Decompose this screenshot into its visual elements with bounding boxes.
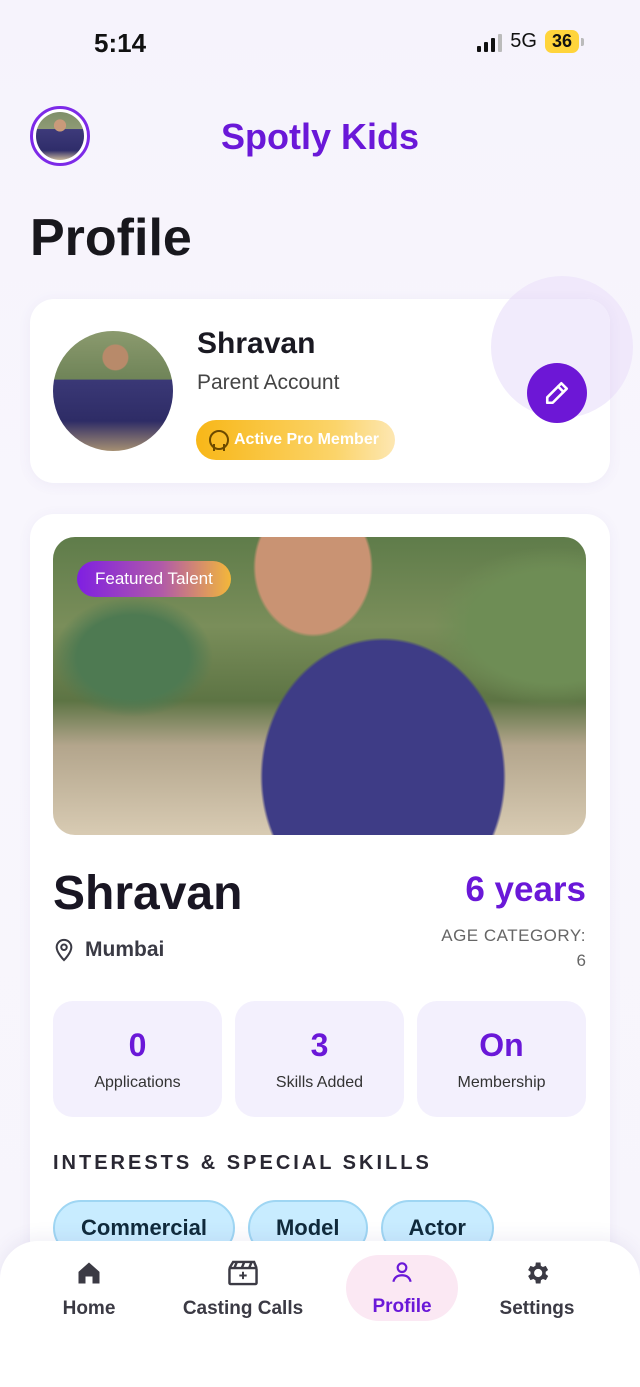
nav-home[interactable]: Home xyxy=(58,1259,120,1320)
talent-card: Featured Talent Shravan Mumbai 6 years A… xyxy=(30,514,610,1274)
location-label: Mumbai xyxy=(85,938,165,961)
age-value: 6 years xyxy=(465,870,586,909)
status-bar: 5:14 5G 36 xyxy=(0,0,640,88)
person-icon xyxy=(392,1262,412,1283)
page-title: Profile xyxy=(30,209,192,267)
stat-label: Skills Added xyxy=(275,1074,364,1091)
stat-value: 0 xyxy=(128,1027,147,1063)
stat-label: Applications xyxy=(94,1074,181,1091)
stat-value: On xyxy=(479,1027,524,1063)
nav-casting-calls-label: Casting Calls xyxy=(182,1298,304,1319)
location-pin-icon xyxy=(55,938,73,962)
signal-icon xyxy=(477,32,503,52)
stat-value: 3 xyxy=(310,1027,329,1063)
status-time: 5:14 xyxy=(94,28,147,58)
nav-settings[interactable]: Settings xyxy=(492,1259,582,1320)
account-avatar xyxy=(53,331,173,451)
home-icon xyxy=(78,1262,100,1284)
nav-profile[interactable]: Profile xyxy=(356,1259,448,1318)
pro-member-badge: Active Pro Member xyxy=(196,420,395,460)
pencil-icon xyxy=(545,381,569,405)
account-card: Shravan Parent Account Active Pro Member xyxy=(30,299,610,483)
battery-icon: 36 xyxy=(544,30,584,53)
featured-talent-badge: Featured Talent xyxy=(77,561,231,597)
age-category-value: 6 xyxy=(576,951,586,970)
talent-photo: Featured Talent xyxy=(53,537,586,835)
stat-skills-added: 3 Skills Added xyxy=(235,1001,404,1117)
stat-applications: 0 Applications xyxy=(53,1001,222,1117)
account-name: Shravan xyxy=(197,327,316,360)
status-indicators: 5G 36 xyxy=(477,30,584,53)
pro-member-label: Active Pro Member xyxy=(234,431,379,448)
nav-settings-label: Settings xyxy=(499,1298,575,1319)
talent-location: Mumbai xyxy=(53,938,164,962)
talent-name: Shravan xyxy=(53,867,243,920)
nav-casting-calls[interactable]: Casting Calls xyxy=(172,1259,314,1320)
battery-level: 36 xyxy=(544,30,579,53)
stats-row: 0 Applications 3 Skills Added On Members… xyxy=(53,1001,586,1117)
edit-profile-button[interactable] xyxy=(527,363,587,423)
medal-icon xyxy=(208,430,229,451)
stat-label: Membership xyxy=(457,1074,546,1091)
network-type: 5G xyxy=(510,30,537,52)
gear-icon xyxy=(528,1262,549,1284)
clapperboard-icon xyxy=(228,1260,258,1286)
nav-home-label: Home xyxy=(62,1298,116,1319)
account-type: Parent Account xyxy=(197,371,340,394)
age-category-label: AGE CATEGORY: xyxy=(441,926,586,945)
app-title: Spotly Kids xyxy=(220,116,420,157)
bottom-nav: Home Casting Calls Profile Settings xyxy=(0,1241,640,1387)
skills-heading: INTERESTS & SPECIAL SKILLS xyxy=(53,1152,432,1174)
stat-membership: On Membership xyxy=(417,1001,586,1117)
app-header: Spotly Kids xyxy=(0,104,640,168)
nav-profile-label: Profile xyxy=(372,1296,432,1317)
